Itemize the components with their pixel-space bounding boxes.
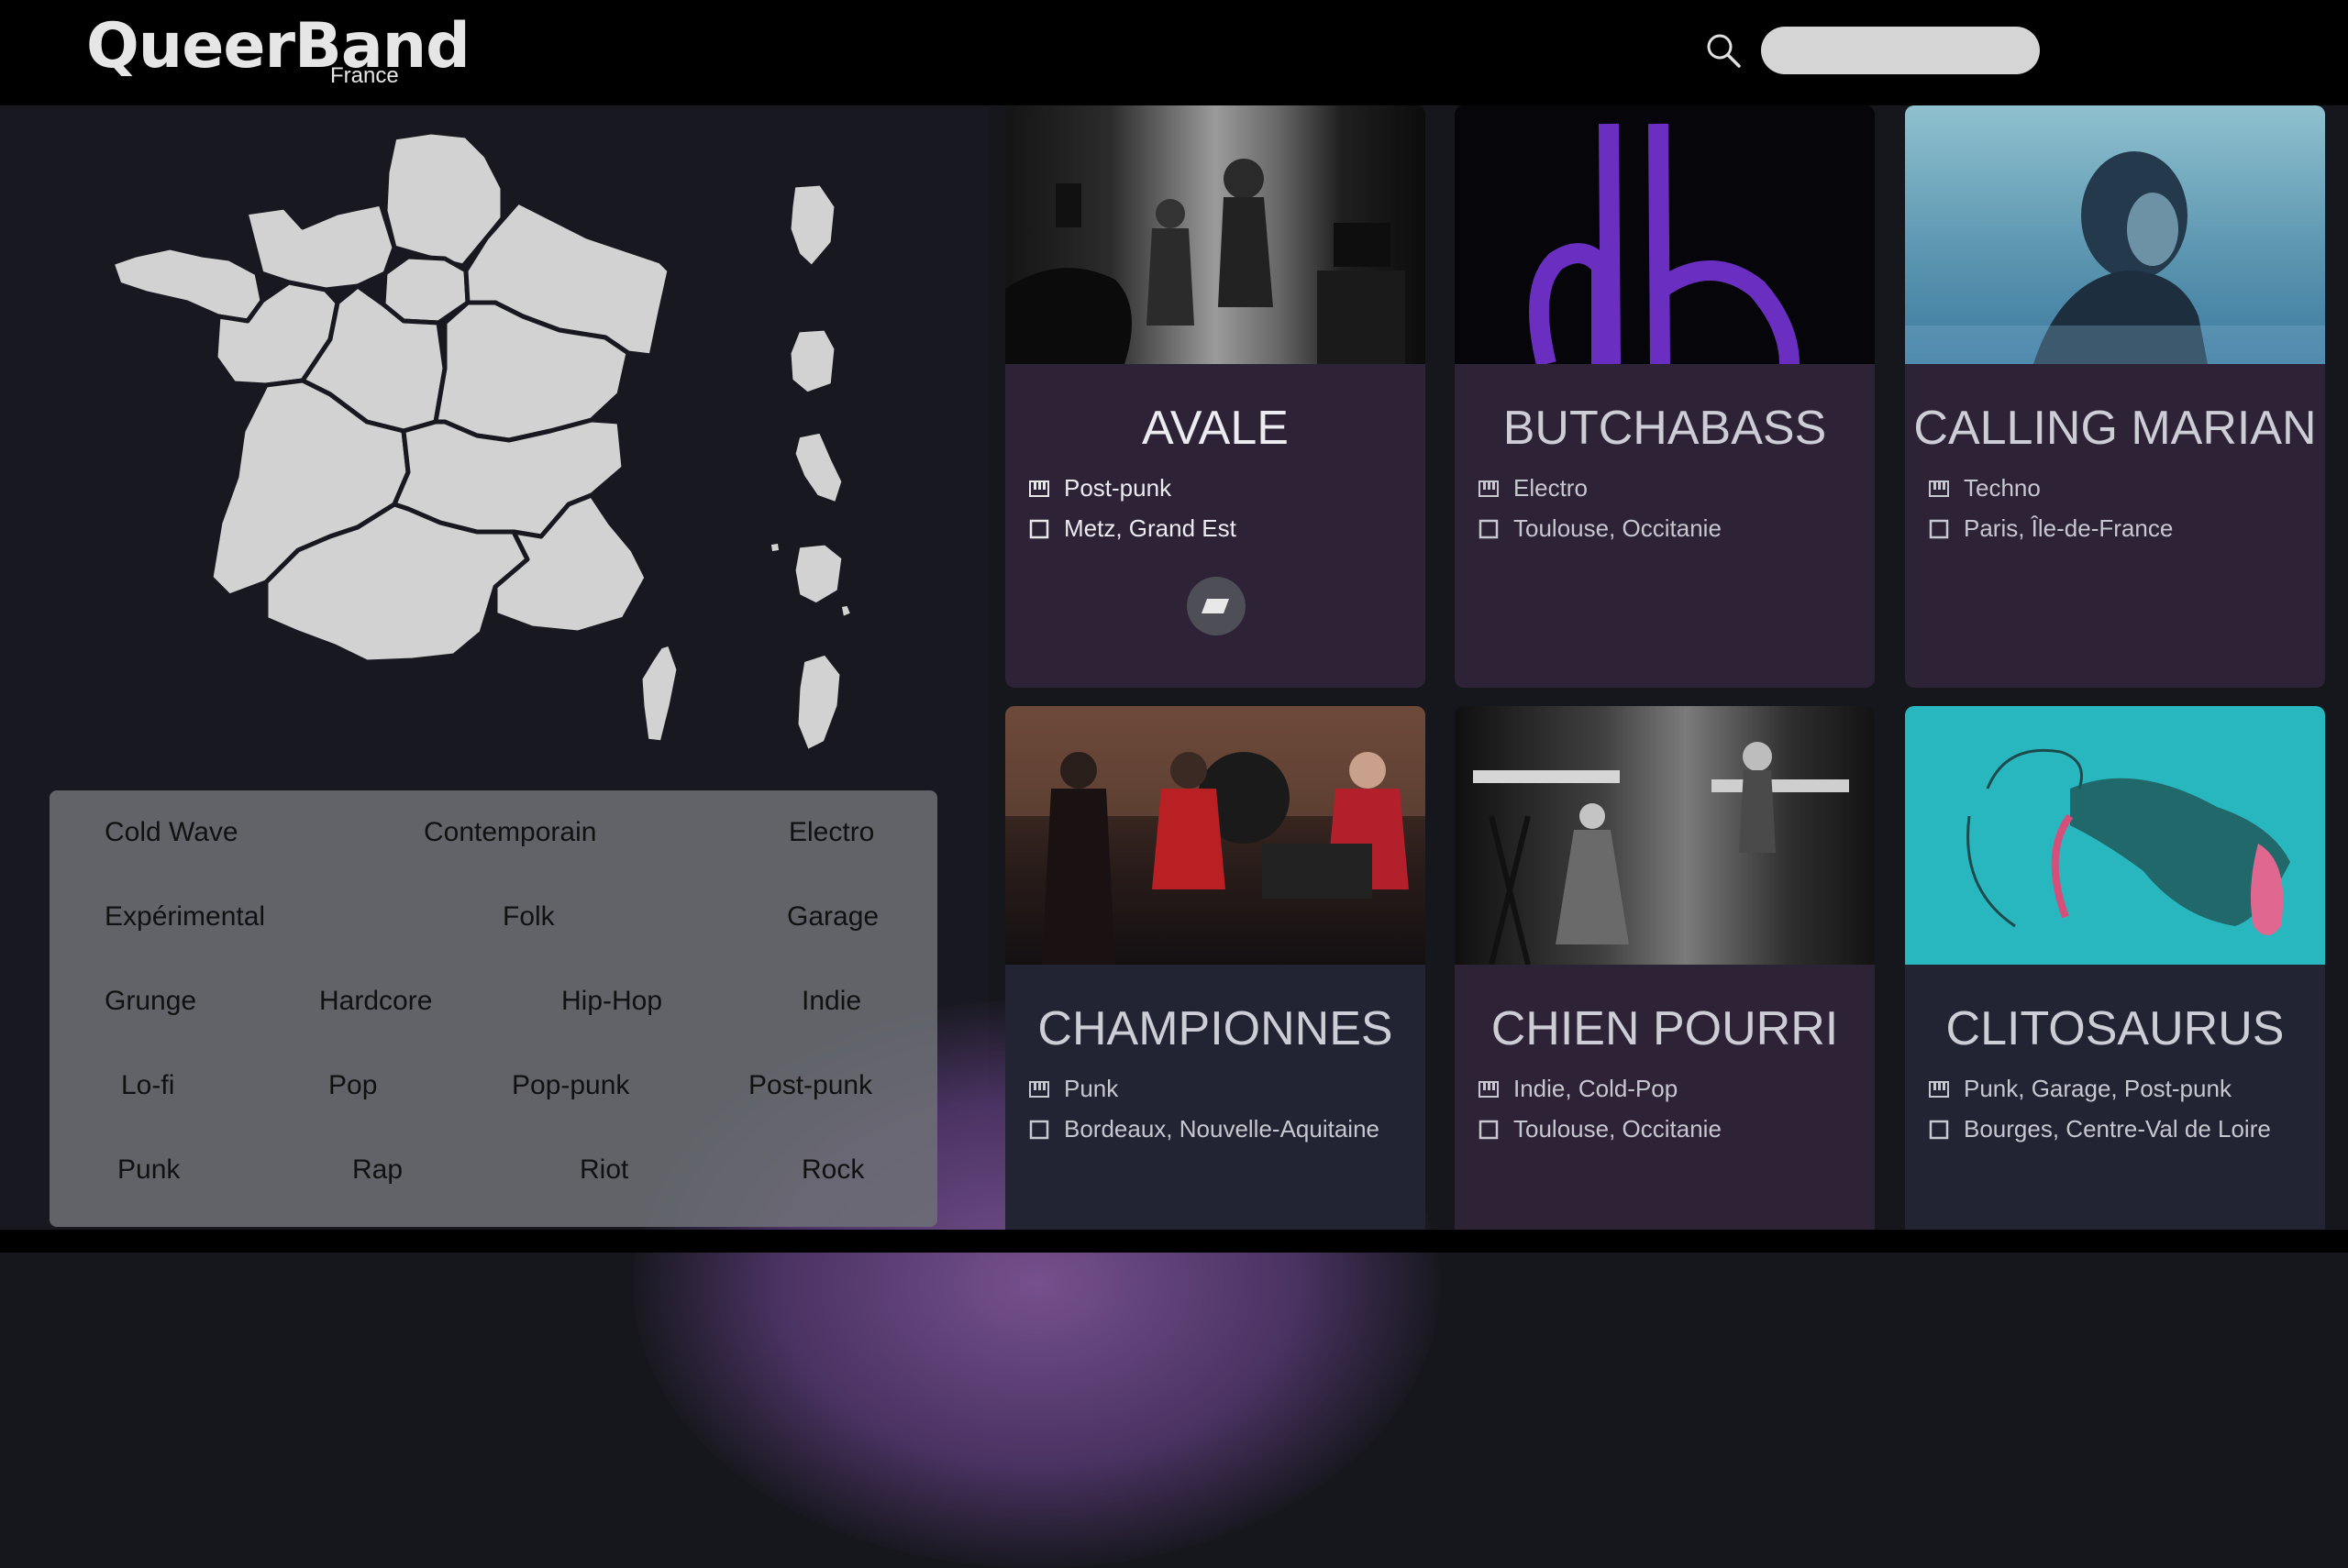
band-name: CHIEN POURRI <box>1490 1002 1839 1055</box>
genre-rap[interactable]: Rap <box>352 1154 403 1187</box>
band-photo <box>1455 105 1875 364</box>
band-genres: Post-punk <box>1029 474 1171 502</box>
band-genres: Punk, Garage, Post-punk <box>1929 1075 2232 1102</box>
band-photo <box>1905 105 2325 364</box>
genre-cold-wave[interactable]: Cold Wave <box>105 816 238 849</box>
piano-icon <box>1929 480 1949 497</box>
band-genres: Punk <box>1029 1075 1118 1102</box>
region-saint-pierre[interactable] <box>793 650 845 755</box>
genre-rock[interactable]: Rock <box>802 1154 864 1187</box>
genre-pop-punk[interactable]: Pop-punk <box>512 1069 629 1102</box>
band-location: Paris, Île-de-France <box>1929 514 2173 542</box>
band-genres: Indie, Cold-Pop <box>1479 1075 1678 1102</box>
region-mayotte-island[interactable] <box>766 538 784 557</box>
band-card-championnes[interactable]: CHAMPIONNES Punk Bordeaux, Nouvelle-Aqui… <box>1005 706 1425 1230</box>
favorite-button[interactable] <box>1187 577 1246 635</box>
logo-title: QueerBand <box>86 10 471 83</box>
search-input[interactable] <box>1761 27 2040 74</box>
genre-pop[interactable]: Pop <box>328 1069 377 1102</box>
genre-punk[interactable]: Punk <box>117 1154 180 1187</box>
band-photo <box>1005 105 1425 364</box>
band-name: CALLING MARIAN <box>1913 402 2317 455</box>
region-martinique[interactable] <box>786 326 839 397</box>
band-photo <box>1905 706 2325 965</box>
region-corse[interactable] <box>637 641 681 745</box>
card-body: CHAMPIONNES Punk Bordeaux, Nouvelle-Aqui… <box>1005 965 1425 1230</box>
band-card-calling-marian[interactable]: CALLING MARIAN Techno Paris, Île-de-Fran… <box>1905 105 2325 688</box>
search-icon[interactable] <box>1704 31 1743 70</box>
square-icon <box>1929 519 1949 539</box>
piano-icon <box>1479 480 1499 497</box>
band-name: CLITOSAURUS <box>1945 1002 2285 1055</box>
band-card-chien-pourri[interactable]: CHIEN POURRI Indie, Cold-Pop Toulouse, O… <box>1455 706 1875 1230</box>
region-guadeloupe[interactable] <box>786 181 839 271</box>
band-genres: Techno <box>1929 474 2041 502</box>
band-card-butchabass[interactable]: BUTCHABASS Electro Toulouse, Occitanie <box>1455 105 1875 688</box>
piano-icon <box>1929 1081 1949 1098</box>
band-genres-text: Post-punk <box>1064 474 1172 502</box>
square-icon <box>1029 1120 1049 1140</box>
band-location-text: Paris, Île-de-France <box>1964 514 2174 542</box>
genre-hardcore[interactable]: Hardcore <box>319 985 432 1018</box>
genre-experimental[interactable]: Expérimental <box>105 900 265 933</box>
card-body: BUTCHABASS Electro Toulouse, Occitanie <box>1455 364 1875 688</box>
band-genres-text: Techno <box>1964 474 2041 502</box>
band-location-text: Bourges, Centre-Val de Loire <box>1964 1115 2271 1143</box>
band-name: BUTCHABASS <box>1502 402 1827 455</box>
region-guyane[interactable] <box>791 428 847 507</box>
square-icon <box>1929 1120 1949 1140</box>
genre-lo-fi[interactable]: Lo-fi <box>121 1069 174 1102</box>
card-body: CLITOSAURUS Punk, Garage, Post-punk Bour… <box>1905 965 2325 1230</box>
card-body: AVALE Post-punk Metz, Grand Est <box>1005 364 1425 688</box>
square-icon <box>1479 1120 1499 1140</box>
piano-icon <box>1029 480 1049 497</box>
band-genres-text: Punk, Garage, Post-punk <box>1964 1075 2232 1102</box>
band-photo <box>1455 706 1875 965</box>
band-genres-text: Punk <box>1064 1075 1119 1102</box>
genre-electro[interactable]: Electro <box>789 816 874 849</box>
bottom-bar <box>0 1230 2348 1253</box>
piano-icon <box>1479 1081 1499 1098</box>
region-bretagne[interactable] <box>109 245 265 324</box>
france-region-map <box>109 129 856 755</box>
card-body: CHIEN POURRI Indie, Cold-Pop Toulouse, O… <box>1455 965 1875 1230</box>
genre-grunge[interactable]: Grunge <box>105 985 196 1018</box>
band-card-avale[interactable]: AVALE Post-punk Metz, Grand Est <box>1005 105 1425 688</box>
band-location-text: Toulouse, Occitanie <box>1513 514 1722 542</box>
genre-filter-panel: Cold Wave Contemporain Electro Expérimen… <box>50 790 937 1227</box>
genre-garage[interactable]: Garage <box>787 900 879 933</box>
genre-contemporain[interactable]: Contemporain <box>424 816 596 849</box>
band-location-text: Bordeaux, Nouvelle-Aquitaine <box>1064 1115 1379 1143</box>
logo-subtitle: France <box>330 63 399 88</box>
genre-folk[interactable]: Folk <box>503 900 555 933</box>
top-bar: QueerBand France <box>0 0 2348 105</box>
region-mayotte[interactable] <box>836 601 856 622</box>
genre-riot[interactable]: Riot <box>580 1154 628 1187</box>
logo[interactable]: QueerBand France <box>86 13 471 92</box>
band-name: CHAMPIONNES <box>1037 1002 1393 1055</box>
square-icon <box>1029 519 1049 539</box>
square-icon <box>1479 519 1499 539</box>
band-genres: Electro <box>1479 474 1588 502</box>
band-name: AVALE <box>1142 402 1289 455</box>
band-location: Bordeaux, Nouvelle-Aquitaine <box>1029 1115 1379 1143</box>
band-genres-text: Electro <box>1513 474 1588 502</box>
genre-hip-hop[interactable]: Hip-Hop <box>561 985 662 1018</box>
card-body: CALLING MARIAN Techno Paris, Île-de-Fran… <box>1905 364 2325 688</box>
band-photo <box>1005 706 1425 965</box>
band-location: Toulouse, Occitanie <box>1479 514 1722 542</box>
region-reunion[interactable] <box>791 540 847 608</box>
region-normandie[interactable] <box>243 201 397 293</box>
parallelogram-icon <box>1202 599 1229 613</box>
band-location: Bourges, Centre-Val de Loire <box>1929 1115 2271 1143</box>
band-location-text: Toulouse, Occitanie <box>1513 1115 1722 1143</box>
band-location-text: Metz, Grand Est <box>1064 514 1236 542</box>
band-location: Toulouse, Occitanie <box>1479 1115 1722 1143</box>
genre-indie[interactable]: Indie <box>802 985 861 1018</box>
band-location: Metz, Grand Est <box>1029 514 1236 542</box>
genre-post-punk[interactable]: Post-punk <box>748 1069 872 1102</box>
band-card-clitosaurus[interactable]: CLITOSAURUS Punk, Garage, Post-punk Bour… <box>1905 706 2325 1230</box>
piano-icon <box>1029 1081 1049 1098</box>
band-genres-text: Indie, Cold-Pop <box>1513 1075 1678 1102</box>
